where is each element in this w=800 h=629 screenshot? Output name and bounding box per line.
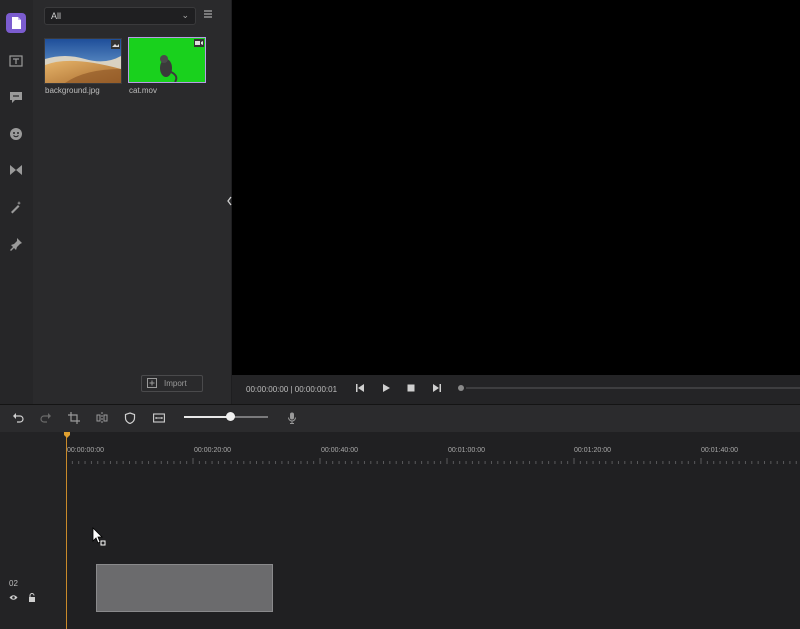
media-item-name: cat.mov: [129, 86, 158, 95]
undo-icon[interactable]: [11, 411, 25, 425]
scrub-handle[interactable]: [458, 385, 464, 391]
effects-icon[interactable]: [6, 197, 26, 217]
scrub-bar[interactable]: [466, 387, 800, 389]
shield-icon[interactable]: [123, 411, 137, 425]
mouse-cursor-icon: [92, 527, 106, 546]
eye-icon[interactable]: [9, 593, 18, 602]
transition-icon[interactable]: [6, 160, 26, 180]
stop-icon[interactable]: [405, 382, 417, 394]
video-type-icon: [194, 39, 204, 47]
ruler-label: 00:00:20:00: [194, 447, 231, 454]
media-filter-dropdown[interactable]: All ⌄: [44, 7, 196, 25]
timeline-clip[interactable]: [96, 564, 273, 612]
zoom-slider-handle[interactable]: [225, 412, 235, 421]
zoom-slider-fill: [184, 416, 231, 418]
media-item-background[interactable]: [44, 38, 122, 84]
preview-canvas: [232, 0, 800, 375]
list-menu-icon[interactable]: [203, 9, 213, 19]
ruler-label: 00:01:20:00: [574, 447, 611, 454]
track-number: 02: [9, 579, 18, 588]
skip-forward-icon[interactable]: [431, 382, 443, 394]
media-item-name: background.jpg: [45, 86, 100, 95]
media-filter-value: All: [51, 11, 62, 21]
subtitle-icon[interactable]: [6, 87, 26, 107]
media-icon[interactable]: [6, 13, 26, 33]
timeline-ruler[interactable]: [66, 458, 800, 464]
pin-icon[interactable]: [6, 234, 26, 254]
image-type-icon: [111, 40, 120, 49]
background-thumbnail: [45, 39, 121, 83]
sticker-icon[interactable]: [6, 124, 26, 144]
text-icon[interactable]: [6, 51, 26, 71]
skip-back-icon[interactable]: [354, 382, 366, 394]
side-toolbar: [0, 0, 33, 404]
import-button[interactable]: Import: [141, 375, 203, 392]
ruler-label: 00:00:00:00: [67, 447, 104, 454]
player-timecode: 00:00:00:00 | 00:00:00:01: [246, 385, 338, 394]
chevron-down-icon: ⌄: [181, 10, 189, 20]
media-item-cat[interactable]: [128, 37, 206, 83]
ruler-label: 00:01:00:00: [448, 447, 485, 454]
split-icon[interactable]: [95, 411, 109, 425]
microphone-icon[interactable]: [285, 411, 299, 425]
ruler-label: 00:01:40:00: [701, 447, 738, 454]
import-label: Import: [164, 379, 187, 388]
edit-toolbar: [0, 404, 800, 433]
ruler-label: 00:00:40:00: [321, 447, 358, 454]
crop-icon[interactable]: [67, 411, 81, 425]
playhead[interactable]: [66, 432, 67, 629]
fit-screen-icon[interactable]: [152, 411, 166, 425]
play-icon[interactable]: [380, 382, 392, 394]
lock-icon[interactable]: [28, 593, 36, 602]
playhead-handle[interactable]: [64, 432, 70, 438]
import-icon: [147, 378, 157, 388]
redo-icon[interactable]: [39, 411, 53, 425]
